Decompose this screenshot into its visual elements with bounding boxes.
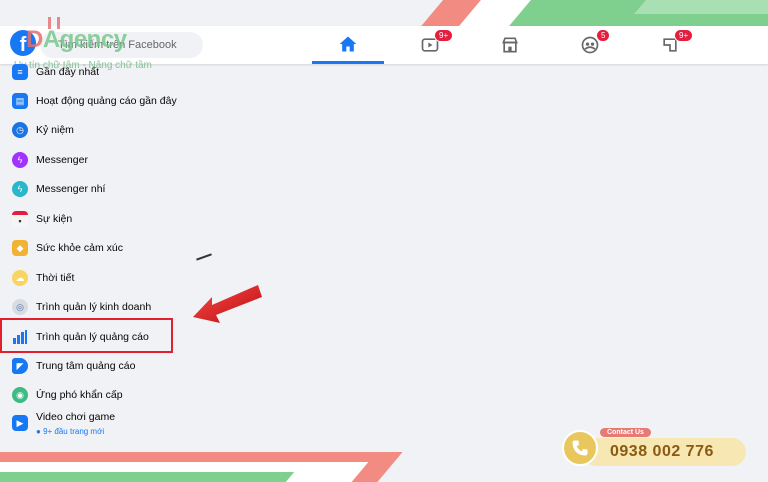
notification-badge: 9+ [434,29,454,42]
menu-item-label: Hoạt động quảng cáo gần đây [36,95,177,107]
notification-badge: 9+ [674,29,694,42]
highlight-box [0,318,173,353]
decorative-mark [196,253,212,261]
menu-item-gaming-video[interactable]: ▶ Video chơi game ● 9+ đầu trang mới [0,408,190,442]
menu-item-messenger-kids[interactable]: ϟ Messenger nhí [0,175,190,203]
tab-marketplace[interactable] [474,26,546,64]
menu-item-recent[interactable]: ≡ Gần đây nhất [0,58,190,86]
ad-activity-icon: ▤ [12,93,28,109]
menu-item-business-manager[interactable]: ◎ Trình quản lý kinh doanh [0,293,190,321]
messenger-icon: ϟ [12,152,28,168]
menu-item-label: Ứng phó khẩn cấp [36,389,123,401]
messenger-kids-icon: ϟ [12,181,28,197]
events-icon: ▪ [12,211,28,227]
menu-item-sublabel: ● 9+ đầu trang mới [36,427,105,436]
watermark-logo: DAgency [26,26,127,53]
menu-item-emotional-health[interactable]: ◆ Sức khỏe cảm xúc [0,234,190,262]
menu-item-label: Thời tiết [36,272,75,284]
marketplace-icon [502,37,518,53]
memories-icon: ◷ [12,122,28,138]
menu-item-label: Messenger [36,154,88,166]
emotional-health-icon: ◆ [12,240,28,256]
tab-gaming[interactable]: 9+ [634,26,706,64]
menu-item-label: Video chơi game [36,411,116,423]
gaming-video-icon: ▶ [12,415,28,431]
recent-icon: ≡ [12,64,28,80]
tab-groups[interactable]: 5 [554,26,626,64]
menu-item-weather[interactable]: ☁ Thời tiết [0,264,190,292]
ad-center-icon: ◤ [12,358,28,374]
tab-home[interactable] [312,26,384,64]
menu-item-label: Messenger nhí [36,183,106,195]
phone-icon [562,430,598,466]
contact-tag: Contact Us [600,428,651,437]
menu-item-label: Gần đây nhất [36,66,100,78]
decorative-stripe-green [0,472,295,482]
crisis-response-icon: ◉ [12,387,28,403]
weather-icon: ☁ [12,270,28,286]
menu-item-crisis-response[interactable]: ◉ Ứng phó khẩn cấp [0,381,190,409]
business-manager-icon: ◎ [12,299,28,315]
pointer-arrow-icon [193,285,262,323]
home-icon [339,36,357,51]
menu-item-memories[interactable]: ◷ Kỷ niệm [0,116,190,144]
menu-item-label: Trình quản lý kinh doanh [36,301,152,313]
menu-item-label: Trung tâm quảng cáo [36,360,136,372]
contact-widget[interactable]: Contact Us 0938 002 776 [562,426,746,466]
contact-phone[interactable]: 0938 002 776 [610,443,714,461]
notification-badge: 5 [596,29,611,42]
tab-watch[interactable]: 9+ [394,26,466,64]
menu-item-label: Sức khỏe cảm xúc [36,242,123,254]
menu-item-events[interactable]: ▪ Sự kiện [0,205,190,233]
menu-item-ad-center[interactable]: ◤ Trung tâm quảng cáo [0,352,190,380]
menu-item-messenger[interactable]: ϟ Messenger [0,146,190,174]
decorative-stripe-green-light [634,0,768,14]
menu-item-ad-activity[interactable]: ▤ Hoạt động quảng cáo gần đây [0,87,190,115]
menu-item-label: Kỷ niệm [36,124,74,136]
menu-item-label: Sự kiện [36,213,73,225]
